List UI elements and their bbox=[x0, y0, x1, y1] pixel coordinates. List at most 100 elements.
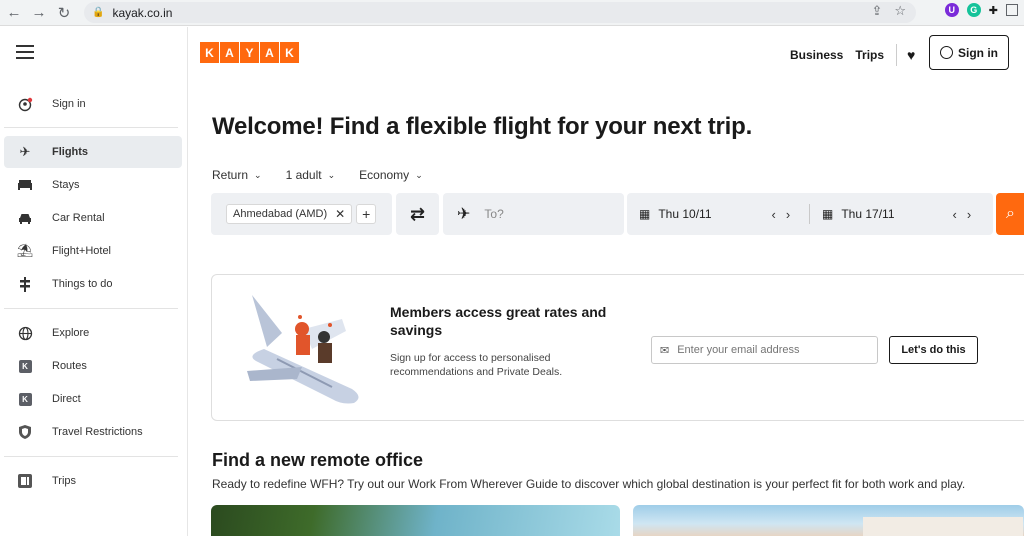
logo-letter: K bbox=[200, 42, 219, 63]
sidebar-item-flight-hotel[interactable]: ⛱ Flight+Hotel bbox=[4, 235, 182, 267]
lets-do-this-button[interactable]: Let's do this bbox=[889, 336, 978, 364]
travellers-select[interactable]: 1 adult ⌄ bbox=[286, 168, 336, 182]
chevron-down-icon: ⌄ bbox=[254, 169, 262, 180]
grammarly-icon[interactable]: G bbox=[966, 3, 981, 17]
user-icon bbox=[16, 95, 34, 113]
calendar-icon: ▦ bbox=[639, 207, 651, 221]
add-origin-button[interactable]: + bbox=[356, 204, 377, 224]
star-icon[interactable]: ☆ bbox=[894, 3, 906, 19]
sidebar-item-label: Travel Restrictions bbox=[52, 426, 143, 438]
depart-date-field[interactable]: ▦ Thu 10/11 ‹ › bbox=[627, 207, 809, 222]
divider bbox=[4, 127, 178, 128]
cabin-select[interactable]: Economy ⌄ bbox=[359, 168, 423, 182]
sidebar-item-flights[interactable]: ✈ Flights bbox=[4, 136, 182, 168]
email-input[interactable] bbox=[677, 344, 858, 356]
sidebar-item-trips[interactable]: Trips bbox=[4, 465, 182, 497]
search-button[interactable]: ⌕ bbox=[996, 193, 1024, 235]
sidebar-item-label: Routes bbox=[52, 360, 87, 372]
browser-toolbar: ← → ↻ 🔒 kayak.co.in ⇪ ☆ U G ✚ bbox=[0, 0, 1024, 26]
share-icon[interactable]: ⇪ bbox=[871, 3, 882, 19]
sign-in-button[interactable]: Sign in bbox=[929, 35, 1009, 70]
sidepanel-icon[interactable] bbox=[1006, 4, 1018, 16]
sidebar-item-label: Things to do bbox=[52, 278, 113, 290]
back-arrow-icon[interactable]: ← bbox=[3, 2, 25, 24]
logo-letter: K bbox=[280, 42, 299, 63]
sidebar-item-explore[interactable]: Explore bbox=[4, 317, 182, 349]
url-text: kayak.co.in bbox=[112, 5, 173, 20]
destination-card[interactable] bbox=[633, 505, 1024, 536]
sidebar-item-label: Trips bbox=[52, 475, 77, 487]
hamburger-menu-icon[interactable] bbox=[16, 45, 34, 63]
chevron-right-icon[interactable]: › bbox=[786, 207, 790, 222]
swap-button[interactable]: ⇄ bbox=[396, 193, 439, 235]
members-description: Sign up for access to personalised recom… bbox=[390, 352, 563, 378]
puzzle-icon[interactable]: ✚ bbox=[989, 4, 998, 17]
sidebar-item-travel-restrictions[interactable]: Travel Restrictions bbox=[4, 416, 182, 448]
sidebar-item-car-rental[interactable]: Car Rental bbox=[4, 202, 182, 234]
date-stepper[interactable]: ‹ › bbox=[953, 207, 972, 222]
user-icon bbox=[940, 46, 953, 59]
airplane-illustration bbox=[247, 295, 359, 404]
airplane-icon: ✈ bbox=[19, 144, 31, 159]
kayak-k-icon: K bbox=[16, 357, 34, 375]
logo-letter: Y bbox=[240, 42, 259, 63]
divider bbox=[896, 44, 898, 66]
chevron-right-icon[interactable]: › bbox=[967, 207, 971, 222]
chevron-down-icon: ⌄ bbox=[415, 169, 423, 180]
lock-icon: 🔒 bbox=[92, 7, 105, 18]
sidebar-item-label: Sign in bbox=[52, 98, 86, 110]
date-stepper[interactable]: ‹ › bbox=[772, 207, 791, 222]
sidebar-item-routes[interactable]: K Routes bbox=[4, 350, 182, 382]
dates-field: ▦ Thu 10/11 ‹ › ▦ Thu 17/11 ‹ › bbox=[627, 193, 993, 235]
forward-arrow-icon[interactable]: → bbox=[28, 2, 50, 24]
sidebar-item-label: Flights bbox=[52, 146, 89, 158]
extension-icon[interactable]: U bbox=[944, 3, 959, 17]
chevron-left-icon[interactable]: ‹ bbox=[953, 207, 957, 222]
sign-in-label: Sign in bbox=[958, 45, 998, 60]
origin-chip[interactable]: Ahmedabad (AMD) ✕ bbox=[226, 204, 353, 224]
origin-field[interactable]: Ahmedabad (AMD) ✕ + bbox=[211, 193, 392, 235]
kayak-k-icon: K bbox=[16, 390, 34, 408]
calendar-icon: ▦ bbox=[822, 207, 834, 221]
depart-date-value: Thu 10/11 bbox=[658, 207, 712, 221]
signpost-icon bbox=[16, 275, 34, 293]
reload-icon[interactable]: ↻ bbox=[53, 2, 75, 24]
car-icon bbox=[16, 209, 34, 227]
section-title: Find a new remote office bbox=[212, 450, 424, 470]
logo-letter: A bbox=[260, 42, 279, 63]
trips-icon bbox=[16, 472, 34, 490]
trip-type-select[interactable]: Return ⌄ bbox=[212, 168, 262, 182]
members-promo: Members access great rates and savings S… bbox=[211, 274, 1024, 421]
return-date-field[interactable]: ▦ Thu 17/11 ‹ › bbox=[810, 207, 993, 222]
cabin-value: Economy bbox=[359, 168, 410, 182]
envelope-icon: ✉ bbox=[660, 344, 670, 357]
header-links: Business Trips ♥ bbox=[790, 44, 929, 66]
address-bar[interactable]: 🔒 kayak.co.in bbox=[84, 2, 916, 23]
business-link[interactable]: Business bbox=[790, 48, 843, 62]
sidebar-item-direct[interactable]: K Direct bbox=[4, 383, 182, 415]
destination-placeholder: To? bbox=[484, 207, 504, 221]
logo-letter: A bbox=[220, 42, 239, 63]
page-title: Welcome! Find a flexible flight for your… bbox=[212, 113, 753, 140]
beach-umbrella-icon: ⛱ bbox=[16, 243, 34, 258]
travellers-value: 1 adult bbox=[285, 168, 322, 182]
sidebar-sign-in[interactable]: Sign in bbox=[4, 88, 182, 120]
chevron-down-icon: ⌄ bbox=[327, 169, 336, 180]
destination-card[interactable] bbox=[211, 505, 620, 536]
trips-link[interactable]: Trips bbox=[855, 48, 884, 62]
close-icon[interactable]: ✕ bbox=[335, 207, 345, 221]
globe-icon bbox=[16, 324, 34, 342]
destination-field[interactable]: ✈ To? bbox=[443, 193, 624, 235]
members-title: Members access great rates and savings bbox=[390, 304, 607, 338]
kayak-logo[interactable]: KAYAK bbox=[200, 42, 299, 63]
sidebar-item-label: Car Rental bbox=[52, 212, 105, 224]
search-options: Return ⌄ 1 adult ⌄ Economy ⌄ bbox=[212, 168, 423, 182]
sidebar-item-stays[interactable]: Stays bbox=[4, 169, 182, 201]
email-field[interactable]: ✉ bbox=[651, 336, 878, 364]
heart-icon[interactable]: ♥ bbox=[907, 47, 915, 63]
sidebar-item-label: Explore bbox=[52, 327, 90, 339]
sidebar-item-label: Stays bbox=[52, 179, 80, 191]
sidebar-item-things-to-do[interactable]: Things to do bbox=[4, 268, 182, 300]
return-date-value: Thu 17/11 bbox=[841, 207, 895, 221]
chevron-left-icon[interactable]: ‹ bbox=[772, 207, 776, 222]
